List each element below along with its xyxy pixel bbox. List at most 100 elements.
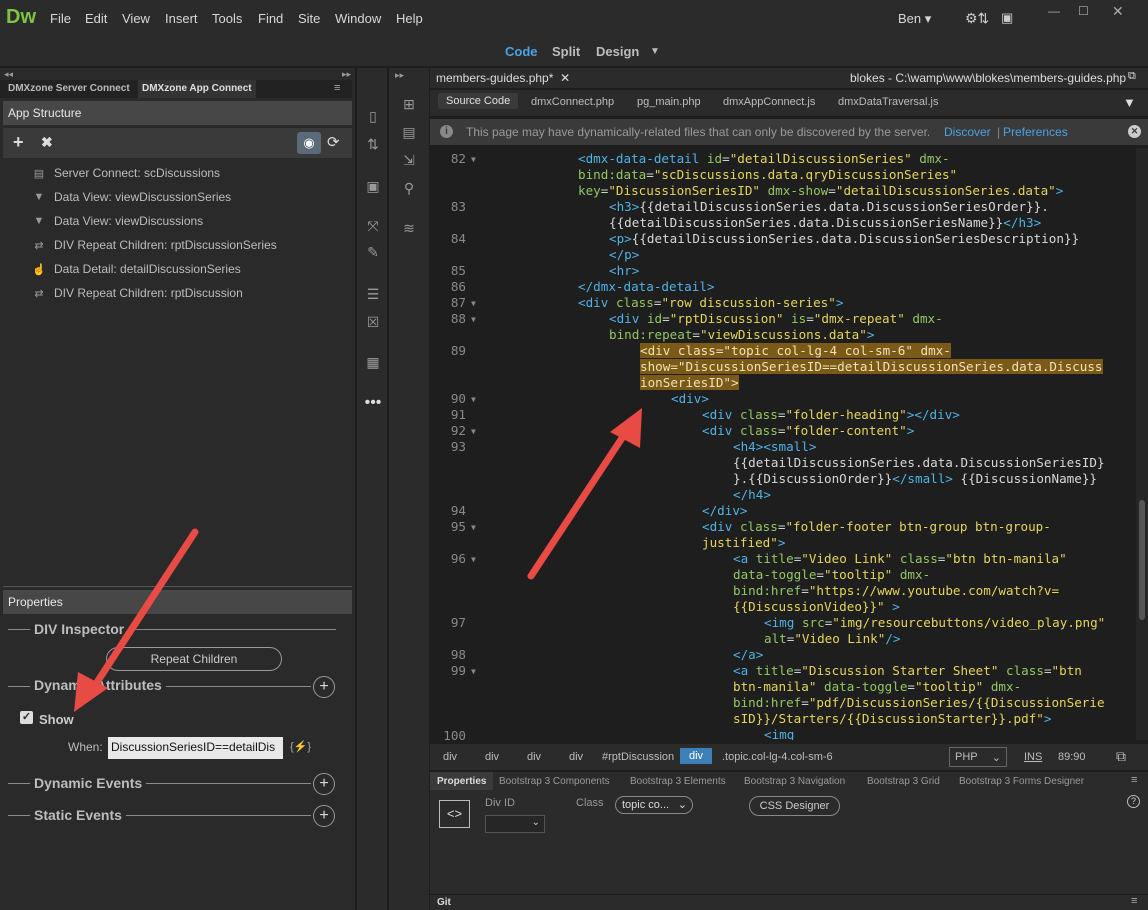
preview-icon[interactable]: ⧉ — [1116, 748, 1126, 765]
file-icon[interactable]: ▯ — [357, 108, 389, 125]
tree-item[interactable]: ⇄ DIV Repeat Children: rptDiscussion — [32, 283, 242, 303]
menu-site[interactable]: Site — [298, 11, 320, 26]
editor-scrollbar[interactable] — [1136, 148, 1148, 740]
collapse-panel-icon[interactable]: ◂◂ — [4, 69, 13, 80]
panel-menu-icon[interactable]: ≡ — [334, 82, 340, 94]
related-file[interactable]: dmxDataTraversal.js — [838, 96, 938, 108]
fold-icon[interactable]: ▼ — [471, 299, 476, 308]
repeat-children-button[interactable]: Repeat Children — [106, 647, 282, 671]
restore-icon[interactable]: ⧉ — [1128, 70, 1136, 83]
brush-icon[interactable]: ✎ — [357, 244, 389, 261]
language-select[interactable]: PHP ⌄ — [949, 747, 1007, 767]
snippets-icon[interactable]: ▤ — [393, 124, 425, 141]
add-dynamic-attribute-button[interactable]: + — [313, 676, 335, 698]
panel-menu-icon[interactable]: ≡ — [1131, 895, 1137, 907]
tab-bootstrap-components[interactable]: Bootstrap 3 Components — [499, 776, 610, 787]
sort-icon[interactable]: ⇅ — [357, 136, 389, 153]
design-mode-button[interactable]: Design — [596, 44, 639, 59]
fold-icon[interactable]: ▼ — [471, 523, 476, 532]
menu-tools[interactable]: Tools — [212, 11, 242, 26]
add-icon[interactable]: + — [13, 132, 24, 153]
more-icon[interactable]: ••• — [357, 394, 389, 412]
tree-item[interactable]: ▤ Server Connect: scDiscussions — [32, 163, 220, 183]
dynamic-data-icon[interactable]: {⚡} — [290, 740, 311, 753]
collapse-panel-icon-right[interactable]: ▸▸ — [342, 69, 351, 80]
fold-icon[interactable]: ▼ — [471, 395, 476, 404]
search-icon[interactable]: ⚲ — [393, 180, 425, 197]
git-tab[interactable]: Git — [437, 897, 451, 908]
code-editor[interactable]: 82 ▼ <dmx-data-detail id="detailDiscussio… — [430, 148, 1136, 740]
tab-server-connect[interactable]: DMXzone Server Connect — [4, 80, 134, 98]
maximize-icon[interactable]: ☐ — [1078, 4, 1089, 18]
sync-settings-icon[interactable]: ⚙⇅ — [965, 10, 989, 27]
delete-icon[interactable]: ✖ — [41, 134, 53, 151]
user-menu[interactable]: Ben ▾ — [898, 11, 931, 27]
menu-edit[interactable]: Edit — [85, 11, 107, 26]
related-file[interactable]: dmxAppConnect.js — [723, 96, 815, 108]
eye-icon[interactable]: ◉ — [297, 132, 321, 154]
breadcrumb-tag[interactable]: div — [527, 751, 541, 763]
discover-link[interactable]: Discover — [944, 125, 991, 139]
minimize-icon[interactable]: — — [1048, 4, 1060, 18]
fold-icon[interactable]: ▼ — [471, 155, 476, 164]
breadcrumb-tag-active[interactable]: div — [680, 748, 713, 764]
fold-icon[interactable]: ▼ — [471, 427, 476, 436]
grid-icon[interactable]: ▦ — [357, 354, 389, 371]
related-file[interactable]: pg_main.php — [637, 96, 701, 108]
add-dynamic-event-button[interactable]: + — [313, 773, 335, 795]
document-tab[interactable]: members-guides.php* ✕ — [436, 71, 570, 85]
tab-bootstrap-grid[interactable]: Bootstrap 3 Grid — [867, 776, 940, 787]
class-select[interactable]: topic co... ⌄ — [615, 796, 693, 814]
fold-icon[interactable]: ▼ — [471, 667, 476, 676]
tab-app-connect[interactable]: DMXzone App Connect — [138, 80, 256, 98]
fold-icon[interactable]: ▼ — [471, 555, 476, 564]
breadcrumb-tag[interactable]: div — [569, 751, 583, 763]
when-input[interactable]: DiscussionSeriesID==detailDis — [108, 737, 283, 759]
menu-insert[interactable]: Insert — [165, 11, 198, 26]
show-checkbox[interactable]: ✓ — [20, 711, 33, 724]
tab-bootstrap-elements[interactable]: Bootstrap 3 Elements — [630, 776, 726, 787]
tree-item[interactable]: ☝ Data Detail: detailDiscussionSeries — [32, 259, 241, 279]
breadcrumb-tag[interactable]: #rptDiscussion — [602, 751, 674, 763]
fold-icon[interactable]: ▼ — [471, 315, 476, 324]
tree-item[interactable]: ▼ Data View: viewDiscussions — [32, 211, 204, 231]
menu-help[interactable]: Help — [396, 11, 423, 26]
code-mode-button[interactable]: Code — [505, 44, 538, 59]
breadcrumb-tag[interactable]: div — [443, 751, 457, 763]
split-mode-button[interactable]: Split — [552, 44, 580, 59]
database-icon[interactable]: ≋ — [393, 220, 425, 237]
close-tab-icon[interactable]: ✕ — [560, 71, 570, 85]
close-info-icon[interactable]: ✕ — [1128, 125, 1141, 138]
breadcrumb-tag[interactable]: .topic.col-lg-4.col-sm-6 — [722, 751, 833, 763]
tree-item[interactable]: ⇄ DIV Repeat Children: rptDiscussionSerie… — [32, 235, 276, 255]
tab-bootstrap-navigation[interactable]: Bootstrap 3 Navigation — [744, 776, 845, 787]
help-icon[interactable]: ? — [1127, 795, 1140, 808]
close-icon[interactable]: ✕ — [1112, 3, 1124, 20]
menu-window[interactable]: Window — [335, 11, 381, 26]
related-file-source[interactable]: Source Code — [438, 93, 519, 109]
preferences-link[interactable]: Preferences — [1003, 125, 1068, 139]
expand-icon[interactable]: ▸▸ — [395, 70, 404, 81]
assets-icon[interactable]: ⇲ — [393, 152, 425, 169]
code-view-icon[interactable]: ▣ — [357, 178, 389, 195]
insert-mode[interactable]: INS — [1024, 751, 1042, 763]
css-designer-button[interactable]: CSS Designer — [749, 796, 840, 816]
div-id-select[interactable]: ⌄ — [485, 815, 545, 833]
scrollbar-thumb[interactable] — [1139, 500, 1145, 620]
panel-menu-icon[interactable]: ≡ — [1131, 774, 1137, 786]
breadcrumb-tag[interactable]: div — [485, 751, 499, 763]
mode-dropdown-icon[interactable]: ▼ — [650, 46, 660, 57]
move-icon[interactable]: ⤧ — [357, 218, 389, 235]
tree-item[interactable]: ▼ Data View: viewDiscussionSeries — [32, 187, 232, 207]
tab-bootstrap-forms[interactable]: Bootstrap 3 Forms Designer — [959, 776, 1084, 787]
menu-view[interactable]: View — [122, 11, 150, 26]
filter-icon[interactable]: ▼ — [1123, 95, 1136, 110]
tab-properties[interactable]: Properties — [430, 772, 494, 790]
menu-file[interactable]: File — [50, 11, 71, 26]
related-file[interactable]: dmxConnect.php — [531, 96, 614, 108]
comment-icon[interactable]: ☰ — [357, 286, 389, 303]
chat-icon[interactable]: ▣ — [1001, 10, 1013, 26]
menu-find[interactable]: Find — [258, 11, 283, 26]
dom-icon[interactable]: ⊞ — [393, 96, 425, 113]
clear-icon[interactable]: ☒ — [357, 314, 389, 331]
